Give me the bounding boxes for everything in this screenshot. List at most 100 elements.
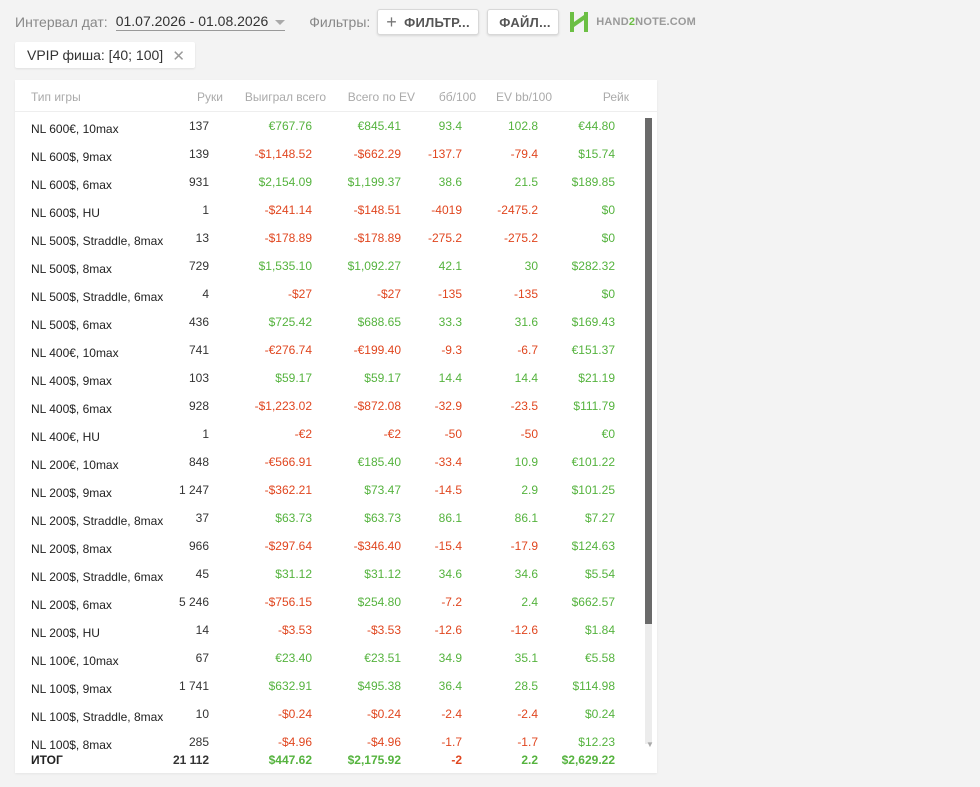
row-ev-total: -$0.24 bbox=[366, 707, 401, 721]
table-row[interactable]: NL 200$, HU 14 -$3.53 -$3.53 -12.6 -12.6 $1.84 bbox=[15, 616, 643, 644]
header-won-total[interactable]: Выиграл всего bbox=[245, 90, 326, 104]
scroll-down-icon[interactable]: ▼ bbox=[646, 740, 654, 749]
row-ev-total: -$4.96 bbox=[366, 735, 401, 749]
total-row: ИТОГ 21 112 $447.62 $2,175.92 -2 2.2 $2,… bbox=[15, 752, 643, 772]
row-hands: 848 bbox=[188, 455, 209, 469]
row-ev-total: -€2 bbox=[383, 427, 401, 441]
table-row[interactable]: NL 100$, 8max 285 -$4.96 -$4.96 -1.7 -1.7 $12.… bbox=[15, 728, 643, 752]
header-hands[interactable]: Руки bbox=[197, 90, 223, 104]
row-rake: €5.58 bbox=[584, 651, 615, 665]
vertical-scrollbar[interactable] bbox=[645, 118, 652, 744]
header-rake[interactable]: Рейк bbox=[603, 90, 629, 104]
row-hands: 1 bbox=[202, 203, 209, 217]
row-bb100: 34.6 bbox=[438, 567, 462, 581]
row-ev-total: -$662.29 bbox=[353, 147, 401, 161]
hand2note-logo: HAND2NOTE.COM bbox=[568, 11, 696, 33]
row-game-type: NL 600$, 9max bbox=[31, 150, 112, 164]
header-game-type[interactable]: Тип игры bbox=[31, 90, 81, 104]
table-row[interactable]: NL 100€, 10max 67 €23.40 €23.51 34.9 35.1 €5.5… bbox=[15, 644, 643, 672]
row-rake: $282.32 bbox=[571, 259, 615, 273]
table-row[interactable]: NL 400€, 10max 741 -€276.74 -€199.40 -9.3 -6.… bbox=[15, 336, 643, 364]
row-ev-total: -$346.40 bbox=[353, 539, 401, 553]
table-row[interactable]: NL 200$, Straddle, 8max 37 $63.73 $63.73 86.… bbox=[15, 504, 643, 532]
row-bb100: 36.4 bbox=[438, 679, 462, 693]
row-hands: 5 246 bbox=[178, 595, 209, 609]
row-game-type: NL 200€, 10max bbox=[31, 458, 119, 472]
row-rake: $124.63 bbox=[571, 539, 615, 553]
row-ev-total: -€199.40 bbox=[353, 343, 401, 357]
hand2note-logo-text: HAND2NOTE.COM bbox=[596, 16, 697, 28]
row-game-type: NL 200$, 8max bbox=[31, 542, 112, 556]
row-ev-total: -$3.53 bbox=[366, 623, 401, 637]
row-game-type: NL 100€, 10max bbox=[31, 654, 119, 668]
row-won-total: €767.76 bbox=[268, 119, 312, 133]
row-won-total: $632.91 bbox=[268, 679, 312, 693]
table-row[interactable]: NL 600$, 9max 139 -$1,148.52 -$662.29 -137.7… bbox=[15, 140, 643, 168]
table-row[interactable]: NL 100$, Straddle, 8max 10 -$0.24 -$0.24 -2.… bbox=[15, 700, 643, 728]
table-row[interactable]: NL 500$, 6max 436 $725.42 $688.65 33.3 31.6 $1… bbox=[15, 308, 643, 336]
row-ev-bb100: 14.4 bbox=[514, 371, 538, 385]
row-hands: 931 bbox=[188, 175, 209, 189]
header-ev-total[interactable]: Всего по EV bbox=[348, 90, 415, 104]
row-rake: $111.79 bbox=[573, 399, 615, 413]
row-bb100: -137.7 bbox=[427, 147, 462, 161]
scrollbar-thumb[interactable] bbox=[645, 118, 652, 624]
row-won-total: -$27 bbox=[287, 287, 312, 301]
table-row[interactable]: NL 200$, Straddle, 6max 45 $31.12 $31.12 34.… bbox=[15, 560, 643, 588]
row-game-type: NL 500$, 6max bbox=[31, 318, 112, 332]
row-ev-total: $73.47 bbox=[364, 483, 401, 497]
table-row[interactable]: NL 600$, HU 1 -$241.14 -$148.51 -4019 -2475.2… bbox=[15, 196, 643, 224]
table-row[interactable]: NL 200$, 8max 966 -$297.64 -$346.40 -15.4 -17… bbox=[15, 532, 643, 560]
row-ev-bb100: 30 bbox=[524, 259, 538, 273]
row-rake: $12.23 bbox=[578, 735, 615, 749]
row-bb100: -33.4 bbox=[434, 455, 462, 469]
file-button[interactable]: ФАЙЛ... bbox=[487, 9, 560, 35]
row-ev-bb100: 35.1 bbox=[514, 651, 538, 665]
file-button-label: ФАЙЛ... bbox=[499, 14, 551, 30]
row-ev-bb100: -17.9 bbox=[510, 539, 538, 553]
header-bb100[interactable]: бб/100 bbox=[439, 90, 476, 104]
row-ev-total: €185.40 bbox=[357, 455, 401, 469]
table-row[interactable]: NL 200€, 10max 848 -€566.91 €185.40 -33.4 10.… bbox=[15, 448, 643, 476]
date-range-value: 01.07.2026 - 01.08.2026 bbox=[115, 13, 269, 29]
table-row[interactable]: NL 600$, 6max 931 $2,154.09 $1,199.37 38.6 21… bbox=[15, 168, 643, 196]
row-hands: 4 bbox=[202, 287, 209, 301]
close-icon[interactable]: ✕ bbox=[172, 47, 185, 65]
row-game-type: NL 500$, 8max bbox=[31, 262, 112, 276]
stats-table: Тип игры Руки Выиграл всего Всего по EV … bbox=[15, 80, 657, 773]
row-bb100: -32.9 bbox=[434, 399, 462, 413]
vpip-filter-chip[interactable]: VPIP фиша: [40; 100] ✕ bbox=[15, 42, 195, 68]
row-ev-bb100: -50 bbox=[520, 427, 538, 441]
row-won-total: -$3.53 bbox=[277, 623, 312, 637]
row-ev-total: $688.65 bbox=[357, 315, 401, 329]
row-won-total: -$0.24 bbox=[277, 707, 312, 721]
add-filter-button[interactable]: + ФИЛЬТР... bbox=[377, 9, 480, 35]
table-row[interactable]: NL 400$, 9max 103 $59.17 $59.17 14.4 14.4 $21.… bbox=[15, 364, 643, 392]
row-bb100: -9.3 bbox=[441, 343, 462, 357]
row-game-type: NL 200$, Straddle, 6max bbox=[31, 570, 164, 584]
table-row[interactable]: NL 500$, Straddle, 8max 13 -$178.89 -$178.8… bbox=[15, 224, 643, 252]
header-ev-bb100[interactable]: EV bb/100 bbox=[496, 90, 552, 104]
row-ev-bb100: -12.6 bbox=[510, 623, 538, 637]
table-row[interactable]: NL 200$, 9max 1 247 -$362.21 $73.47 -14.5 2.9… bbox=[15, 476, 643, 504]
row-rake: $21.19 bbox=[578, 371, 615, 385]
table-row[interactable]: NL 500$, 8max 729 $1,535.10 $1,092.27 42.1 30… bbox=[15, 252, 643, 280]
row-won-total: $1,535.10 bbox=[258, 259, 312, 273]
date-range-dropdown[interactable]: 01.07.2026 - 01.08.2026 bbox=[115, 13, 286, 31]
row-ev-bb100: 2.4 bbox=[521, 595, 538, 609]
row-hands: 966 bbox=[188, 539, 209, 553]
row-won-total: -$1,223.02 bbox=[254, 399, 312, 413]
row-bb100: -4019 bbox=[431, 203, 462, 217]
row-game-type: NL 400$, 6max bbox=[31, 402, 112, 416]
table-row[interactable]: NL 200$, 6max 5 246 -$756.15 $254.80 -7.2 2.4… bbox=[15, 588, 643, 616]
row-rake: $0 bbox=[601, 203, 615, 217]
row-rake: $662.57 bbox=[571, 595, 615, 609]
table-row[interactable]: NL 400€, HU 1 -€2 -€2 -50 -50 €0 bbox=[15, 420, 643, 448]
total-label: ИТОГ bbox=[31, 753, 63, 767]
row-ev-bb100: -2475.2 bbox=[497, 203, 538, 217]
table-row[interactable]: NL 600€, 10max 137 €767.76 €845.41 93.4 102.8… bbox=[15, 112, 643, 140]
table-row[interactable]: NL 500$, Straddle, 6max 4 -$27 -$27 -135 -135… bbox=[15, 280, 643, 308]
table-row[interactable]: NL 400$, 6max 928 -$1,223.02 -$872.08 -32.9 -… bbox=[15, 392, 643, 420]
row-bb100: -1.7 bbox=[441, 735, 462, 749]
table-row[interactable]: NL 100$, 9max 1 741 $632.91 $495.38 36.4 28.5… bbox=[15, 672, 643, 700]
